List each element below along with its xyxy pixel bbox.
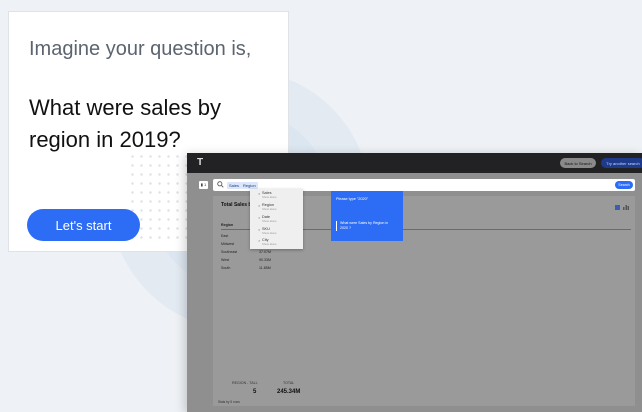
suggestion-item-region[interactable]: ✕ Region Show alone (256, 203, 301, 212)
table-cell-value: 11.85M (259, 266, 271, 270)
kpi-value-total: 245.34M (277, 389, 301, 395)
search-button[interactable]: Search (615, 181, 633, 189)
suggestion-item-sku[interactable]: ✕ SKU Show alone (256, 227, 301, 236)
table-cell-region: South (221, 266, 231, 270)
search-suggestions-dropdown: ✕ Sales Show alone ✕ Region Show alone ✕… (250, 189, 303, 249)
column-icon: ✕ (258, 192, 261, 196)
table-row: South 11.85M (221, 266, 301, 272)
table-row: Southeast 37.07M (221, 250, 301, 256)
kpi-value-region: 5 (253, 389, 257, 395)
app-topbar: T Back to Search Try another search (187, 153, 642, 173)
table-header-region: Region (221, 223, 234, 227)
suggestion-sub: Show alone (262, 231, 277, 235)
table-cell-region: West (221, 258, 230, 262)
lets-start-button[interactable]: Let's start (27, 209, 140, 241)
table-cell-region: Midwest (221, 242, 235, 246)
suggestion-sub: Show alone (262, 195, 277, 199)
guide-tooltip: Please type "2020" What were Sales by Re… (331, 191, 403, 241)
table-cell-region: East (221, 234, 229, 238)
tooltip-title: Please type "2020" (336, 197, 369, 201)
table-cell-value: 90.33M (259, 258, 271, 262)
example-question: What were sales by region in 2019? (29, 95, 221, 152)
suggestion-item-sales[interactable]: ✕ Sales Show alone (256, 191, 301, 200)
try-another-search-button[interactable]: Try another search (601, 158, 642, 168)
table-row: West 90.33M (221, 258, 301, 264)
column-icon: ✕ (258, 204, 261, 208)
data-source-selector[interactable]: ▮ 1 (199, 181, 208, 189)
app-screenshot: T Back to Search Try another search ▮ 1 … (187, 153, 642, 412)
back-to-search-button[interactable]: Back to Search (560, 158, 596, 168)
column-icon: ✕ (258, 239, 261, 243)
search-icon (217, 181, 224, 188)
column-icon: ✕ (258, 228, 261, 232)
suggestion-sub: Show alone (262, 207, 277, 211)
suggestion-item-city[interactable]: ✕ City Show alone (256, 238, 301, 247)
table-cell-value: 37.07M (259, 250, 271, 254)
tooltip-body: What were Sales by Region in 2020 ? (336, 221, 396, 231)
search-token-sales[interactable]: Sales (227, 181, 242, 189)
suggestion-sub: Show alone (262, 219, 277, 223)
chart-type-icon[interactable] (615, 204, 629, 211)
footnote: Stats by 5 rows (218, 400, 240, 404)
search-token-region[interactable]: Region (241, 181, 258, 189)
panel-title: Total Sales b (221, 202, 252, 208)
kpi-label-total: TOTAL (283, 381, 295, 385)
suggestion-sub: Show alone (262, 242, 277, 246)
table-cell-region: Southeast (221, 250, 238, 254)
suggestion-item-date[interactable]: ✕ Date Show alone (256, 215, 301, 224)
app-logo: T (197, 157, 204, 168)
kpi-label-region: REGION - TALL (232, 381, 258, 385)
intro-lead-text: Imagine your question is, (29, 38, 252, 60)
column-icon: ✕ (258, 216, 261, 220)
